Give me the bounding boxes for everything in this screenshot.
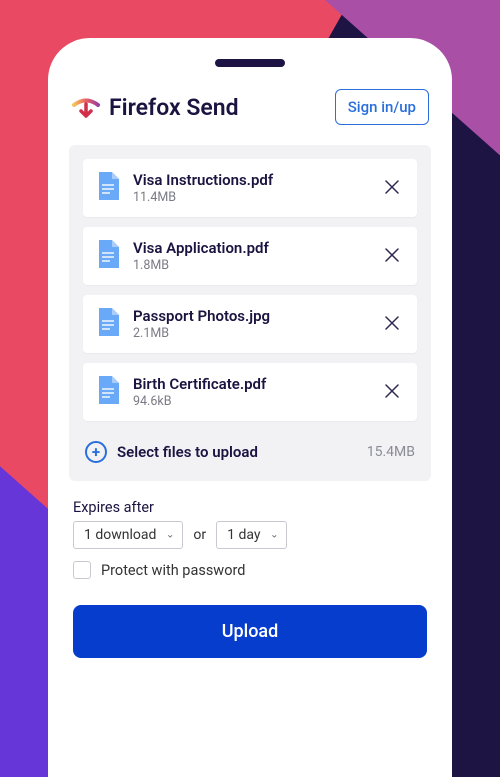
expiry-time-value: 1 day [227,527,260,543]
file-row: Visa Application.pdf1.8MB [83,227,417,285]
expiry-title: Expires after [73,499,427,516]
file-info: Passport Photos.jpg2.1MB [133,307,381,341]
file-name: Birth Certificate.pdf [133,375,381,393]
file-row: Passport Photos.jpg2.1MB [83,295,417,353]
chevron-down-icon: ⌄ [270,530,278,541]
file-info: Visa Application.pdf1.8MB [133,239,381,273]
phone-speaker [215,59,285,67]
firefox-send-logo-icon [71,92,101,122]
file-name: Passport Photos.jpg [133,307,381,325]
brand: Firefox Send [71,92,239,122]
file-info: Birth Certificate.pdf94.6kB [133,375,381,409]
remove-file-button[interactable] [381,379,403,406]
protect-password-label: Protect with password [101,562,245,579]
upload-button[interactable]: Upload [73,605,427,658]
sign-in-button[interactable]: Sign in/up [335,89,429,125]
file-row: Birth Certificate.pdf94.6kB [83,363,417,421]
expiry-or: or [193,527,206,543]
file-name: Visa Application.pdf [133,239,381,257]
file-list-panel: Visa Instructions.pdf11.4MB Visa Applicat… [69,145,431,481]
file-info: Visa Instructions.pdf11.4MB [133,171,381,205]
file-size: 11.4MB [133,190,381,205]
remove-file-button[interactable] [381,243,403,270]
expiry-time-select[interactable]: 1 day ⌄ [216,521,287,549]
remove-file-button[interactable] [381,175,403,202]
protect-password-checkbox[interactable] [73,561,91,579]
expiry-downloads-value: 1 download [84,527,156,543]
total-size: 15.4MB [367,444,415,460]
file-icon [97,172,119,204]
file-icon [97,308,119,340]
file-size: 2.1MB [133,326,381,341]
brand-title: Firefox Send [109,94,239,121]
file-icon [97,240,119,272]
expiry-downloads-select[interactable]: 1 download ⌄ [73,521,183,549]
chevron-down-icon: ⌄ [166,530,174,541]
file-size: 1.8MB [133,258,381,273]
header: Firefox Send Sign in/up [69,89,431,125]
phone-frame: Firefox Send Sign in/up Visa Instruction… [48,38,452,777]
remove-file-button[interactable] [381,311,403,338]
file-icon [97,376,119,408]
file-name: Visa Instructions.pdf [133,171,381,189]
select-files-label: Select files to upload [117,443,367,461]
plus-icon: + [85,441,107,463]
file-size: 94.6kB [133,394,381,409]
file-row: Visa Instructions.pdf11.4MB [83,159,417,217]
select-files-button[interactable]: + Select files to upload 15.4MB [83,441,417,463]
